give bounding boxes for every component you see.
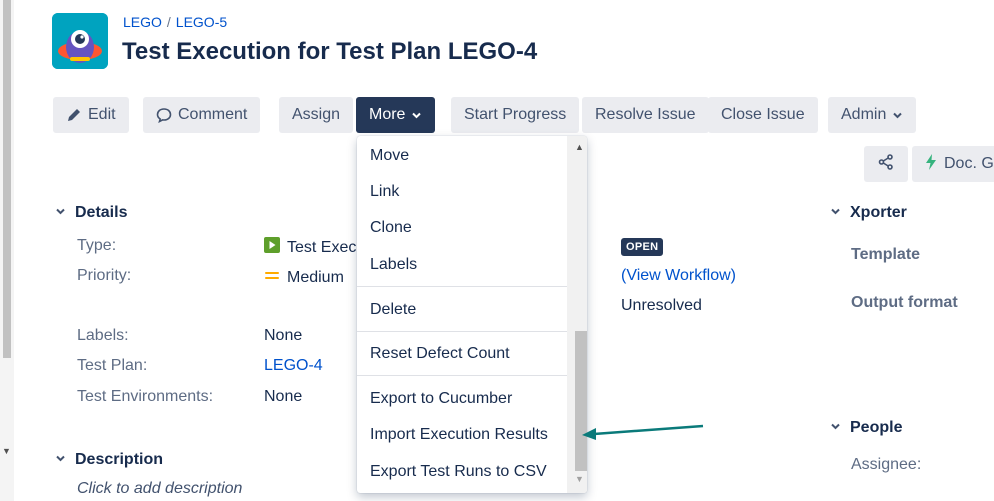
test-plan-link[interactable]: LEGO-4 (264, 357, 323, 375)
menu-divider (357, 331, 567, 332)
chevron-down-icon (411, 110, 422, 121)
breadcrumb-project-link[interactable]: LEGO (123, 14, 162, 30)
test-execution-icon (264, 237, 280, 258)
resolution-value: Unresolved (621, 297, 702, 314)
page-scrollbar[interactable]: ▼ (0, 0, 14, 501)
share-icon (877, 153, 895, 176)
priority-value-text: Medium (287, 268, 344, 286)
xporter-heading: Xporter (850, 204, 907, 221)
lightning-icon (926, 153, 936, 175)
chevron-down-icon (830, 204, 841, 222)
menu-divider (357, 286, 567, 287)
chevron-down-icon (830, 419, 841, 437)
edit-button-label: Edit (88, 106, 116, 123)
labels-label: Labels: (77, 327, 129, 344)
docgen-button[interactable]: Doc. G (912, 146, 994, 182)
assign-button-label: Assign (292, 106, 341, 123)
scroll-down-arrow-icon[interactable]: ▼ (575, 474, 584, 484)
menu-divider (357, 375, 567, 376)
chevron-down-icon (55, 451, 66, 469)
breadcrumb-separator: / (166, 14, 171, 30)
comment-button-label: Comment (178, 106, 248, 123)
start-progress-label: Start Progress (464, 106, 567, 123)
status-badge: OPEN (621, 238, 664, 256)
speech-bubble-icon (156, 107, 172, 123)
test-environments-value[interactable]: None (264, 388, 302, 406)
description-heading: Description (75, 451, 164, 468)
view-workflow-link[interactable]: (View Workflow) (621, 267, 736, 285)
scroll-down-arrow-icon[interactable]: ▼ (2, 446, 11, 456)
menu-item-import-execution-results[interactable]: Import Execution Results (357, 419, 567, 451)
menu-item-clone[interactable]: Clone (357, 212, 567, 244)
start-progress-button[interactable]: Start Progress (451, 97, 580, 133)
menu-item-reset-defect-count[interactable]: Reset Defect Count (357, 338, 567, 370)
menu-item-export-test-runs-csv[interactable]: Export Test Runs to CSV (357, 456, 567, 488)
assign-button[interactable]: Assign (279, 97, 354, 133)
comment-button[interactable]: Comment (143, 97, 261, 133)
chevron-down-icon (55, 204, 66, 222)
menu-item-export-to-cucumber[interactable]: Export to Cucumber (357, 383, 567, 415)
close-issue-button[interactable]: Close Issue (708, 97, 818, 133)
chevron-down-icon (892, 110, 903, 121)
details-heading: Details (75, 204, 128, 221)
dropdown-scrollbar-thumb[interactable] (575, 331, 587, 471)
menu-item-delete[interactable]: Delete (357, 294, 567, 326)
more-dropdown-menu: Move Link Clone Labels Delete Reset Defe… (357, 136, 587, 493)
breadcrumb: LEGO / LEGO-5 (123, 14, 227, 30)
details-section-toggle[interactable]: Details (55, 204, 127, 222)
edit-button[interactable]: Edit (53, 97, 129, 133)
priority-label: Priority: (77, 267, 132, 284)
close-issue-label: Close Issue (721, 106, 805, 123)
admin-button-label: Admin (841, 106, 887, 123)
more-button-label: More (369, 106, 406, 123)
share-button[interactable] (864, 146, 908, 182)
test-environments-label: Test Environments: (77, 388, 214, 405)
menu-item-move[interactable]: Move (357, 140, 567, 172)
people-heading: People (850, 419, 903, 436)
menu-item-labels[interactable]: Labels (357, 249, 567, 281)
annotation-arrow-icon (578, 420, 708, 449)
resolve-issue-label: Resolve Issue (595, 106, 696, 123)
description-section-toggle[interactable]: Description (55, 451, 163, 469)
xporter-section-toggle[interactable]: Xporter (830, 204, 907, 222)
output-format-label: Output format (851, 294, 958, 311)
admin-button[interactable]: Admin (828, 97, 917, 133)
more-button[interactable]: More (356, 97, 436, 133)
people-section-toggle[interactable]: People (830, 419, 902, 437)
labels-value[interactable]: None (264, 327, 302, 345)
pencil-icon (66, 107, 82, 123)
template-label: Template (851, 246, 921, 263)
test-plan-label: Test Plan: (77, 357, 148, 374)
priority-value: Medium (264, 267, 344, 288)
project-avatar[interactable] (52, 13, 108, 69)
page-scrollbar-thumb[interactable] (3, 0, 11, 358)
assignee-label: Assignee: (851, 456, 922, 473)
menu-item-link[interactable]: Link (357, 176, 567, 208)
docgen-button-label: Doc. G (944, 155, 994, 172)
breadcrumb-issue-link[interactable]: LEGO-5 (176, 14, 227, 30)
resolve-issue-button[interactable]: Resolve Issue (582, 97, 709, 133)
page-title: Test Execution for Test Plan LEGO-4 (122, 38, 538, 65)
type-label: Type: (77, 237, 117, 254)
priority-medium-icon (264, 267, 280, 288)
scroll-up-arrow-icon[interactable]: ▲ (575, 142, 584, 152)
description-placeholder[interactable]: Click to add description (77, 480, 242, 498)
